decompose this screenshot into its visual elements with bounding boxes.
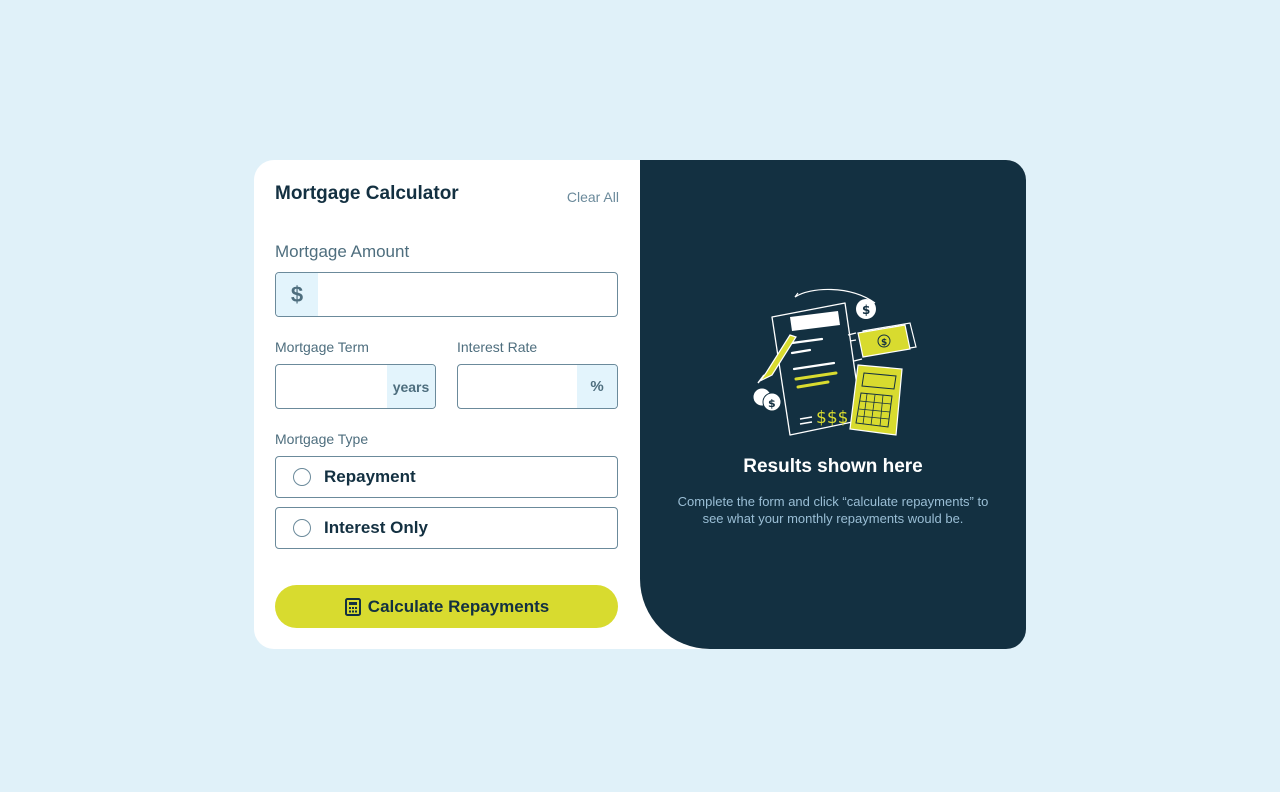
page-title: Mortgage Calculator <box>275 183 459 204</box>
results-description: Complete the form and click “calculate r… <box>677 494 989 526</box>
empty-results-illustration-icon: $$$ $ $ $ <box>752 288 917 436</box>
interest-rate-field: % <box>457 364 618 409</box>
radio-button[interactable] <box>293 519 311 537</box>
radio-option-interest-only[interactable]: Interest Only <box>275 507 618 549</box>
svg-text:$: $ <box>881 338 887 348</box>
mortgage-amount-input[interactable] <box>318 273 617 316</box>
radio-label-interest-only: Interest Only <box>324 518 428 537</box>
mortgage-type-label: Mortgage Type <box>275 431 369 447</box>
interest-rate-input[interactable] <box>458 365 577 408</box>
svg-text:$: $ <box>862 303 870 317</box>
results-panel: $$$ $ $ $ Results shown here Complete th… <box>640 160 1026 649</box>
mortgage-term-input[interactable] <box>276 365 387 408</box>
calculator-icon <box>344 597 361 616</box>
mortgage-amount-field: $ <box>275 272 618 317</box>
clear-all-link[interactable]: Clear All <box>567 189 619 205</box>
svg-text:$$$: $$$ <box>816 408 848 428</box>
percent-suffix: % <box>577 365 617 408</box>
mortgage-amount-label: Mortgage Amount <box>275 242 410 261</box>
mortgage-calculator-card: Mortgage Calculator Clear All Mortgage A… <box>254 160 1026 649</box>
form-panel: Mortgage Calculator Clear All Mortgage A… <box>254 160 640 649</box>
years-suffix: years <box>387 365 435 408</box>
mortgage-term-label: Mortgage Term <box>275 339 369 355</box>
interest-rate-label: Interest Rate <box>457 339 538 355</box>
calculate-repayments-button[interactable]: Calculate Repayments <box>275 585 618 628</box>
radio-option-repayment[interactable]: Repayment <box>275 456 618 498</box>
dollar-prefix: $ <box>276 273 318 316</box>
mortgage-term-field: years <box>275 364 436 409</box>
calculate-button-label: Calculate Repayments <box>367 596 550 616</box>
results-title: Results shown here <box>743 456 923 477</box>
radio-label-repayment: Repayment <box>324 467 416 486</box>
radio-button[interactable] <box>293 468 311 486</box>
svg-text:$: $ <box>768 397 776 410</box>
